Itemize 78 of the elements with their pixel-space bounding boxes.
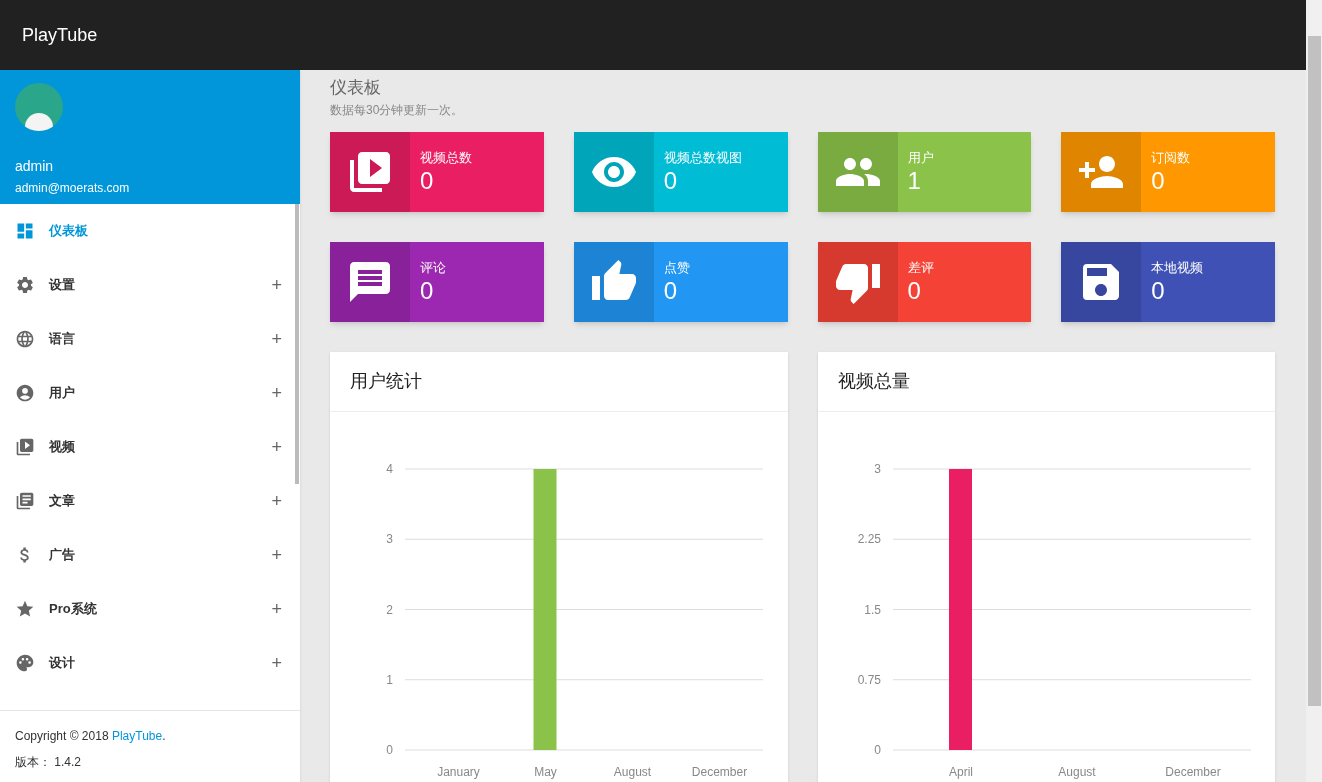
profile-email: admin@moerats.com <box>15 180 131 197</box>
x-tick-label: January <box>437 764 480 779</box>
video-library-icon <box>15 437 35 457</box>
stat-label: 本地视频 <box>1151 258 1204 277</box>
x-tick-label: April <box>948 764 973 779</box>
menu-item[interactable]: 设计 + <box>0 636 300 690</box>
y-tick-label: 3 <box>386 531 393 546</box>
stat-label: 视频总数 <box>420 148 472 167</box>
stat-label: 点赞 <box>663 258 690 277</box>
expand-toggle[interactable]: + <box>271 654 282 672</box>
stat-value: 0 <box>907 276 922 305</box>
x-tick-label: December <box>691 764 748 779</box>
y-tick-label: 0 <box>386 742 393 757</box>
version-text: 版本： 1.4.2 <box>15 754 83 771</box>
stat-value: 0 <box>420 166 435 195</box>
globe-icon <box>15 329 35 349</box>
expand-toggle[interactable]: + <box>271 600 282 618</box>
menu-label: 广告 <box>49 546 76 565</box>
menu-label: Pro系统 <box>49 600 98 619</box>
menu-label: 仪表板 <box>49 222 89 241</box>
y-tick-label: 0.75 <box>857 672 881 687</box>
menu-item[interactable]: 广告 + <box>0 528 300 582</box>
stat-label: 评论 <box>420 258 446 277</box>
stat-label: 订阅数 <box>1151 148 1191 167</box>
menu-label: 设置 <box>49 276 76 295</box>
stat-label: 差评 <box>907 258 934 277</box>
settings-icon <box>15 275 35 295</box>
stat-value: 0 <box>420 276 435 305</box>
dashboard-icon <box>15 221 35 241</box>
y-tick-label: 2.25 <box>857 531 881 546</box>
menu-label: 用户 <box>49 384 76 403</box>
document-stack-icon <box>15 491 35 511</box>
page-subtitle: 数据每30分钟更新一次。 <box>330 101 465 119</box>
x-tick-label: August <box>613 764 652 779</box>
stat-label: 用户 <box>907 148 934 167</box>
x-tick-label: May <box>534 764 557 779</box>
avatar <box>15 83 63 131</box>
y-tick-label: 2 <box>386 602 393 616</box>
sidebar-scrollbar[interactable] <box>295 204 299 484</box>
expand-toggle[interactable]: + <box>271 492 282 510</box>
y-tick-label: 0 <box>873 742 881 757</box>
stat-value: 0 <box>663 166 679 195</box>
copyright-text: Copyright © 2018 PlayTube. <box>15 728 167 745</box>
star-icon <box>15 599 35 619</box>
stat-label: 视频总数视图 <box>663 148 742 167</box>
menu-item[interactable]: 用户 + <box>0 366 300 420</box>
chart-title: 用户统计 <box>350 369 422 393</box>
y-tick-label: 1.5 <box>863 602 881 616</box>
menu-item[interactable]: Pro系统 + <box>0 582 300 636</box>
menu-label: 设计 <box>49 654 76 673</box>
y-tick-label: 4 <box>386 461 393 476</box>
page-title: 仪表板 <box>330 77 382 99</box>
page-scrollbar[interactable] <box>1306 0 1322 782</box>
menu-label: 语言 <box>49 330 76 349</box>
expand-toggle[interactable]: + <box>271 438 282 456</box>
x-tick-label: August <box>1057 764 1096 779</box>
stat-value: 0 <box>1151 276 1166 305</box>
expand-toggle[interactable]: + <box>271 276 282 294</box>
menu-label: 文章 <box>49 492 76 511</box>
stat-value: 0 <box>663 276 679 305</box>
menu-label: 视频 <box>49 438 76 457</box>
chart-title: 视频总量 <box>837 369 910 393</box>
app-title[interactable]: PlayTube <box>22 21 98 49</box>
menu-item[interactable]: 视频 + <box>0 420 300 474</box>
x-tick-label: December <box>1164 764 1221 779</box>
stat-value: 1 <box>907 166 922 195</box>
y-tick-label: 3 <box>873 461 881 476</box>
profile-name: admin <box>15 157 55 176</box>
menu-item[interactable]: 仪表板 <box>0 204 300 258</box>
expand-toggle[interactable]: + <box>271 546 282 564</box>
stat-value: 0 <box>1151 166 1166 195</box>
menu-item[interactable]: 设置 + <box>0 258 300 312</box>
menu-item[interactable]: 语言 + <box>0 312 300 366</box>
expand-toggle[interactable]: + <box>271 330 282 348</box>
menu-item[interactable]: 文章 + <box>0 474 300 528</box>
palette-icon <box>15 653 35 673</box>
y-tick-label: 1 <box>386 672 393 687</box>
expand-toggle[interactable]: + <box>271 384 282 402</box>
